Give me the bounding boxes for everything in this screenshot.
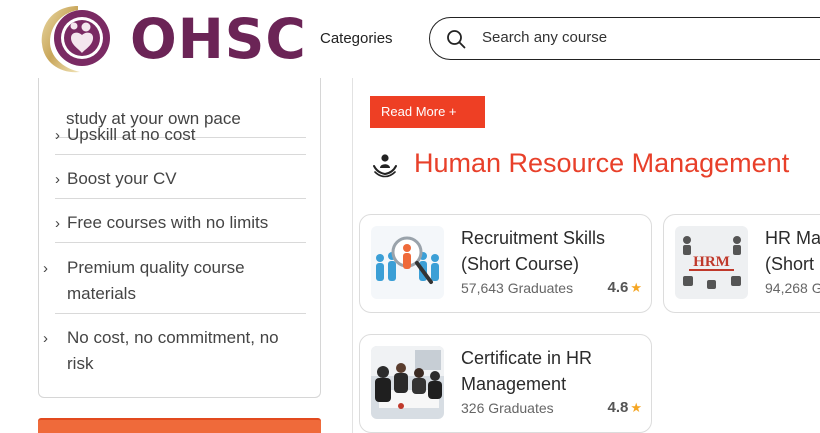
chevron-right-icon: ›: [55, 171, 60, 188]
search-bar[interactable]: [429, 17, 820, 60]
logo-text: OHSC: [130, 7, 307, 71]
benefit-item: › Boost your CV: [55, 155, 306, 199]
benefit-item: › Upskill at no cost: [55, 111, 306, 155]
course-graduates: 326 Graduates: [461, 400, 554, 416]
logo-mark-icon: [41, 6, 110, 73]
course-title[interactable]: Recruitment Skills (Short Course): [461, 225, 646, 277]
signup-button-partial[interactable]: [38, 418, 321, 433]
chevron-right-icon: ›: [43, 260, 48, 277]
search-input[interactable]: [482, 29, 782, 46]
site-header: OHSC Categories: [0, 0, 820, 78]
star-icon: ★: [630, 280, 642, 295]
benefit-label: Free courses with no limits: [67, 213, 269, 232]
course-graduates: 94,268 G: [765, 280, 820, 296]
page: study at your own pace › Upskill at no co…: [0, 0, 820, 433]
course-graduates: 57,643 Graduates: [461, 280, 574, 296]
office-meeting-photo-icon: [371, 346, 444, 419]
benefit-item: › Premium quality course materials: [43, 243, 306, 314]
site-logo[interactable]: OHSC: [38, 2, 306, 76]
read-more-button[interactable]: Read More +: [370, 96, 485, 128]
chevron-right-icon: ›: [55, 215, 60, 232]
star-icon: ★: [630, 400, 642, 415]
search-icon: [447, 30, 466, 49]
benefit-label: Upskill at no cost: [67, 125, 196, 144]
column-divider: [352, 78, 353, 433]
chevron-right-icon: ›: [55, 127, 60, 144]
course-rating: 4.8 ★: [607, 399, 642, 416]
course-thumbnail: [371, 346, 444, 419]
rating-value: 4.6: [607, 279, 629, 296]
recruitment-figures-icon: [371, 226, 444, 299]
course-card[interactable]: Certificate in HR Management 326 Graduat…: [359, 334, 652, 433]
benefit-item: › No cost, no commitment, no risk: [43, 314, 306, 384]
course-thumbnail: [371, 226, 444, 299]
course-title[interactable]: Certificate in HR Management: [461, 345, 646, 397]
course-thumbnail: HRM: [675, 226, 748, 299]
benefit-label: No cost, no commitment, no risk: [67, 328, 279, 373]
benefit-label: Boost your CV: [67, 169, 177, 188]
chevron-right-icon: ›: [43, 330, 48, 347]
category-title[interactable]: Human Resource Management: [414, 148, 789, 179]
course-rating: 4.6 ★: [607, 279, 642, 296]
benefit-item: › Free courses with no limits: [55, 199, 306, 243]
benefit-label: Premium quality course materials: [67, 258, 245, 303]
rating-value: 4.8: [607, 399, 629, 416]
benefits-panel: study at your own pace › Upskill at no co…: [38, 40, 321, 398]
nav-categories-link[interactable]: Categories: [320, 30, 393, 47]
hrm-diagram-icon: HRM: [675, 226, 748, 299]
course-card[interactable]: HRM HR Ma (Short 94,268 G: [663, 214, 820, 313]
course-title[interactable]: HR Ma (Short: [765, 225, 820, 277]
svg-text:HRM: HRM: [693, 254, 730, 270]
hands-with-person-icon: [373, 154, 397, 178]
course-card[interactable]: Recruitment Skills (Short Course) 57,643…: [359, 214, 652, 313]
